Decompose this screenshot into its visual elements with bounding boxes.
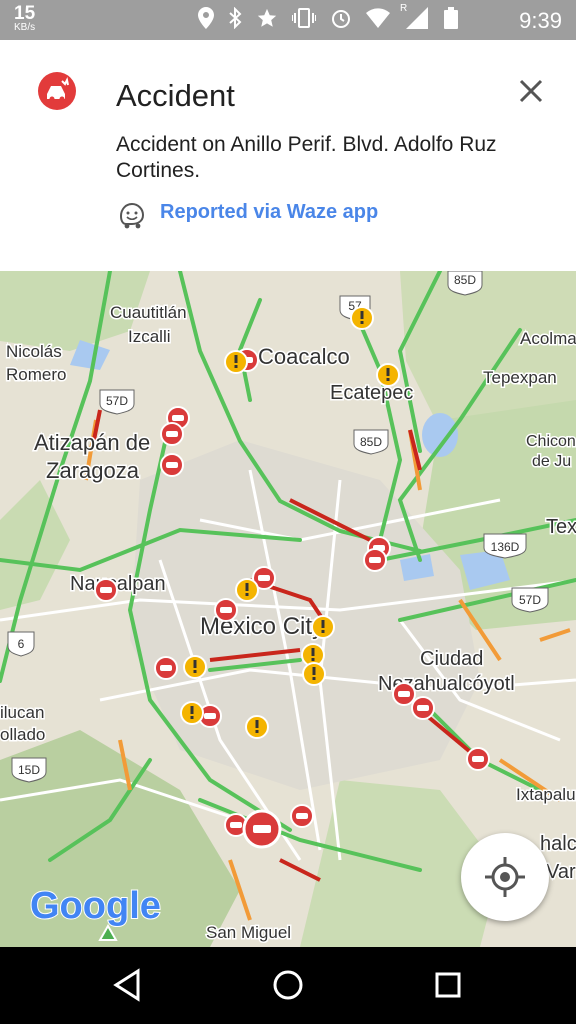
status-bar: 15 KB/s R 9:39 — [0, 0, 576, 40]
label-ixtapalu: Ixtapalu — [516, 785, 576, 804]
selected-accident-marker[interactable] — [242, 809, 282, 849]
label-ollado: ollado — [0, 725, 45, 744]
location-icon — [198, 6, 214, 34]
accident-marker[interactable] — [363, 548, 387, 572]
label-san-miguel: San Miguel — [206, 923, 291, 942]
label-atizapan: Atizapán de — [34, 430, 150, 455]
shield-15d: 15D — [11, 757, 47, 783]
signal-icon: R — [400, 3, 430, 34]
label-ecatepec: Ecatepec — [330, 382, 413, 404]
accident-marker[interactable] — [214, 598, 238, 622]
accident-marker[interactable] — [94, 578, 118, 602]
my-location-button[interactable] — [461, 833, 549, 921]
shield-57d-left: 57D — [99, 389, 135, 415]
accident-marker[interactable] — [466, 747, 490, 771]
label-tex: Tex — [546, 516, 576, 538]
wifi-icon — [366, 7, 390, 33]
shield-15d-label: 15D — [18, 763, 40, 777]
network-speed-unit: KB/s — [14, 22, 36, 33]
label-romero: Romero — [6, 365, 66, 384]
back-button[interactable] — [108, 965, 148, 1005]
accident-marker[interactable] — [392, 682, 416, 706]
label-zaragoza: Zaragoza — [46, 458, 140, 483]
alarm-icon — [330, 7, 352, 34]
roaming-badge: R — [400, 2, 408, 14]
accident-marker[interactable] — [160, 422, 184, 446]
shield-6: 6 — [7, 631, 35, 657]
shield-57d-right-label: 57D — [519, 593, 541, 607]
home-button[interactable] — [268, 965, 308, 1005]
label-deju: de Ju — [532, 453, 571, 470]
home-icon[interactable] — [268, 965, 308, 1005]
hazard-marker[interactable] — [235, 578, 259, 602]
back-icon[interactable] — [108, 965, 148, 1005]
hazard-marker[interactable] — [183, 655, 207, 679]
incident-description: Accident on Anillo Perif. Blvd. Adolfo R… — [116, 133, 497, 182]
hazard-marker[interactable] — [180, 701, 204, 725]
accident-marker[interactable] — [154, 656, 178, 680]
label-ciudad: Ciudad — [420, 648, 483, 670]
incident-title: Accident — [116, 78, 235, 113]
recents-button[interactable] — [428, 965, 468, 1005]
hazard-marker[interactable] — [376, 363, 400, 387]
bluetooth-icon — [228, 6, 242, 34]
network-speed: 15 KB/s — [14, 4, 35, 33]
shield-57d-right: 57D — [511, 587, 549, 613]
clock: 9:39 — [519, 8, 562, 33]
label-ilucan: ilucan — [0, 703, 44, 722]
accident-marker[interactable] — [411, 696, 435, 720]
shield-85d-top: 85D — [447, 271, 483, 296]
hazard-marker[interactable] — [224, 350, 248, 374]
label-izcalli: Izcalli — [128, 327, 171, 346]
google-logo: Google — [30, 885, 161, 927]
label-tepexpan: Tepexpan — [483, 368, 557, 387]
label-nicolas: Nicolás — [6, 342, 62, 361]
star-icon — [256, 7, 278, 34]
shield-85d-mid: 85D — [353, 429, 389, 455]
shield-85d-mid-label: 85D — [360, 435, 382, 449]
waze-icon — [117, 200, 147, 230]
shield-85d-top-label: 85D — [454, 273, 476, 287]
hazard-marker[interactable] — [350, 306, 374, 330]
close-icon[interactable] — [516, 76, 546, 106]
accident-marker[interactable] — [290, 804, 314, 828]
crosshair-icon[interactable] — [461, 833, 549, 921]
accident-marker[interactable] — [160, 453, 184, 477]
shield-57d-left-label: 57D — [106, 394, 128, 408]
close-button[interactable] — [516, 76, 546, 106]
hazard-marker[interactable] — [245, 715, 269, 739]
accident-icon — [38, 72, 76, 110]
recents-icon[interactable] — [428, 965, 468, 1005]
label-coacalco: Coacalco — [258, 344, 350, 369]
shield-136d-label: 136D — [491, 540, 520, 554]
vibrate-icon — [291, 7, 317, 34]
battery-icon — [444, 6, 458, 34]
shield-6-label: 6 — [18, 637, 25, 651]
label-varr: Varr — [546, 861, 576, 883]
label-chicon: Chicon — [526, 433, 576, 450]
network-speed-value: 15 — [14, 3, 36, 24]
shield-136d: 136D — [483, 533, 527, 559]
hazard-marker[interactable] — [302, 662, 326, 686]
label-acolma: Acolma — [520, 329, 576, 348]
system-nav-bar — [0, 947, 576, 1024]
hazard-marker[interactable] — [311, 615, 335, 639]
reported-via-waze-link[interactable]: Reported via Waze app — [160, 201, 378, 224]
label-cuautitlan: Cuautitlán — [110, 303, 187, 322]
